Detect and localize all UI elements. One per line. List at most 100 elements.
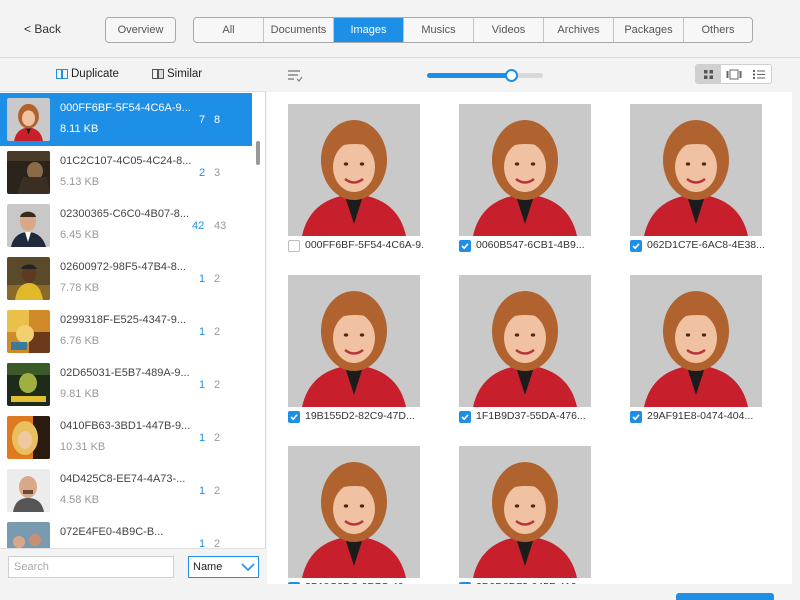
similar-label: Similar (167, 68, 203, 80)
select-checkbox[interactable] (459, 411, 471, 423)
image-preview[interactable] (459, 275, 591, 407)
checkmark-icon (461, 243, 469, 250)
image-card[interactable]: 0060B547-6CB1-4B9... (459, 104, 591, 256)
grid-scrollbar[interactable] (793, 92, 800, 584)
select-checkbox[interactable] (288, 240, 300, 252)
file-row[interactable]: 0299318F-E525-4347-9... 6.76 KB 1 2 (0, 305, 252, 358)
file-row[interactable]: 0410FB63-3BD1-447B-9... 10.31 KB 1 2 (0, 411, 252, 464)
duplicate-icon (56, 69, 68, 79)
file-size: 10.31 KB (60, 441, 106, 453)
list-view-icon (752, 69, 765, 79)
image-filename: 062D1C7E-6AC8-4E38... (647, 239, 765, 251)
similar-mode-button[interactable]: Similar (152, 68, 202, 80)
image-card[interactable]: 3B18C2DC-9D7C-40... (288, 446, 420, 584)
file-name: 0410FB63-3BD1-447B-9... (60, 420, 191, 432)
select-checkbox[interactable] (288, 411, 300, 423)
image-preview[interactable] (630, 104, 762, 236)
image-preview[interactable] (288, 446, 420, 578)
tab-all[interactable]: All (194, 18, 264, 42)
sort-value: Name (193, 561, 223, 573)
image-preview[interactable] (459, 446, 591, 578)
image-preview[interactable] (459, 104, 591, 236)
tab-images[interactable]: Images (334, 18, 404, 42)
file-name: 02300365-C6C0-4B07-8... (60, 208, 190, 220)
image-filename: 000FF6BF-5F54-4C6A-9... (305, 239, 423, 251)
duplicate-count: 7 (199, 114, 206, 126)
list-view-button[interactable] (746, 65, 771, 83)
file-thumbnail (7, 151, 50, 194)
file-row[interactable]: 04D425C8-EE74-4A73-... 4.58 KB 1 2 (0, 464, 252, 517)
file-row[interactable]: 01C2C107-4C05-4C24-8... 5.13 KB 2 3 (0, 146, 252, 199)
duplicate-count: 1 (199, 379, 206, 391)
file-thumbnail (7, 469, 50, 512)
overview-button[interactable]: Overview (105, 17, 176, 43)
file-thumbnail (7, 310, 50, 353)
image-card[interactable]: 3D0D8D72-045F-416... (459, 446, 591, 584)
duplicate-mode-button[interactable]: Duplicate (56, 68, 119, 80)
checkmark-icon (632, 414, 640, 421)
tab-documents[interactable]: Documents (264, 18, 334, 42)
image-card[interactable]: 062D1C7E-6AC8-4E38... (630, 104, 765, 256)
file-size: 7.78 KB (60, 282, 100, 294)
file-size: 5.13 KB (60, 176, 100, 188)
duplicate-count: 42 (192, 220, 205, 232)
thumbnail-size-slider[interactable] (427, 69, 543, 82)
file-row[interactable]: 072E4FE0-4B9C-B... 1 2 (0, 517, 252, 548)
file-row[interactable]: 000FF6BF-5F54-4C6A-9... 8.11 KB 7 8 (0, 93, 252, 146)
image-filename: 19B155D2-82C9-47D... (305, 410, 415, 422)
total-count: 43 (214, 220, 227, 232)
file-list: 000FF6BF-5F54-4C6A-9... 8.11 KB 7 8 01C2… (0, 93, 266, 548)
file-row[interactable]: 02600972-98F5-47B4-8... 7.78 KB 1 2 (0, 252, 252, 305)
image-card[interactable]: 000FF6BF-5F54-4C6A-9... (288, 104, 423, 256)
duplicate-count: 1 (199, 538, 206, 548)
list-scrollbar[interactable] (256, 141, 260, 165)
bottom-bar (267, 584, 800, 600)
image-preview[interactable] (630, 275, 762, 407)
grid-view-icon (704, 69, 713, 79)
similar-icon (152, 69, 164, 79)
file-size: 6.76 KB (60, 335, 100, 347)
search-input[interactable] (8, 556, 174, 578)
image-preview[interactable] (288, 104, 420, 236)
total-count: 2 (214, 326, 221, 338)
file-name: 01C2C107-4C05-4C24-8... (60, 155, 192, 167)
total-count: 2 (214, 538, 221, 548)
duplicate-count: 1 (199, 273, 206, 285)
mode-bar: Duplicate Similar (0, 58, 266, 92)
file-row[interactable]: 02300365-C6C0-4B07-8... 6.45 KB 42 43 (0, 199, 252, 252)
select-checkbox[interactable] (630, 411, 642, 423)
tab-packages[interactable]: Packages (614, 18, 684, 42)
tab-musics[interactable]: Musics (404, 18, 474, 42)
image-card[interactable]: 29AF91E8-0474-404... (630, 275, 762, 427)
filmstrip-view-button[interactable] (721, 65, 746, 83)
tab-videos[interactable]: Videos (474, 18, 544, 42)
image-card[interactable]: 19B155D2-82C9-47D... (288, 275, 420, 427)
grid-view-button[interactable] (696, 65, 721, 83)
select-checkbox[interactable] (630, 240, 642, 252)
image-filename: 29AF91E8-0474-404... (647, 410, 754, 422)
preview-toolbar (267, 58, 800, 92)
file-name: 0299318F-E525-4347-9... (60, 314, 186, 326)
sort-select[interactable]: Name (188, 556, 259, 578)
image-filename: 1F1B9D37-55DA-476... (476, 410, 586, 422)
slider-thumb[interactable] (504, 69, 518, 82)
file-thumbnail (7, 257, 50, 300)
tab-others[interactable]: Others (684, 18, 752, 42)
duplicate-label: Duplicate (71, 68, 119, 80)
total-count: 2 (214, 273, 221, 285)
file-row[interactable]: 02D65031-E5B7-489A-9... 9.81 KB 1 2 (0, 358, 252, 411)
duplicate-count: 1 (199, 485, 206, 497)
action-button[interactable] (676, 593, 774, 600)
image-card[interactable]: 1F1B9D37-55DA-476... (459, 275, 591, 427)
sort-list-icon[interactable] (287, 68, 303, 82)
select-checkbox[interactable] (459, 240, 471, 252)
tab-archives[interactable]: Archives (544, 18, 614, 42)
file-size: 9.81 KB (60, 388, 100, 400)
duplicate-count: 1 (199, 326, 206, 338)
total-count: 2 (214, 432, 221, 444)
total-count: 2 (214, 379, 221, 391)
file-thumbnail (7, 363, 50, 406)
file-name: 02600972-98F5-47B4-8... (60, 261, 186, 273)
back-button[interactable]: < Back (24, 22, 61, 36)
image-preview[interactable] (288, 275, 420, 407)
